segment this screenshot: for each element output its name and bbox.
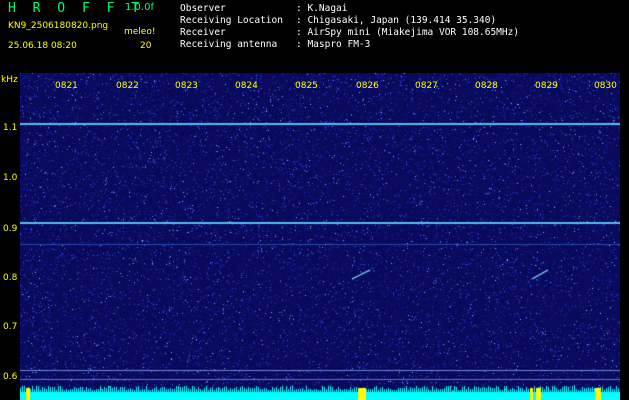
app-title: H R O F F T: [8, 1, 144, 16]
x-tick-0825: 0825: [295, 81, 318, 91]
spectrogram-canvas: [20, 73, 620, 400]
y-tick-1-1: 1.1: [3, 123, 18, 133]
meleo-count: 20: [140, 41, 152, 51]
app-version: 1.0.0f: [125, 2, 154, 13]
antenna-label: Receiving antenna: [180, 39, 278, 50]
x-tick-0829: 0829: [535, 81, 558, 91]
x-tick-0824: 0824: [235, 81, 258, 91]
observer-value: : K.Nagai: [296, 3, 348, 14]
x-tick-0828: 0828: [475, 81, 498, 91]
location-value: : Chigasaki, Japan (139.414 35.340): [296, 15, 497, 26]
y-tick-0-6: 0.6: [3, 372, 18, 382]
y-tick-0-8: 0.8: [3, 273, 18, 283]
file-name: KN9_2506180820.png: [8, 21, 109, 31]
x-tick-0830: 0830: [594, 81, 617, 91]
receiver-value: : AirSpy mini (Miakejima VOR 108.65MHz): [296, 27, 520, 38]
spectrogram: [20, 73, 620, 400]
x-tick-0827: 0827: [415, 81, 438, 91]
receiver-label: Receiver: [180, 27, 226, 38]
x-tick-0822: 0822: [116, 81, 139, 91]
antenna-value: : Maspro FM-3: [296, 39, 371, 50]
hroft-window: H R O F F T 1.0.0f KN9_2506180820.png me…: [0, 0, 629, 400]
x-tick-0821: 0821: [55, 81, 78, 91]
y-tick-0-9: 0.9: [3, 224, 18, 234]
y-tick-1-0: 1.0: [3, 173, 18, 183]
observer-label: Observer: [180, 3, 226, 14]
location-label: Receiving Location: [180, 15, 283, 26]
timestamp: 25.06.18 08:20: [8, 41, 77, 51]
meleo-label: meleo!: [124, 27, 156, 37]
y-axis-unit: kHz: [1, 75, 18, 85]
x-tick-0823: 0823: [175, 81, 198, 91]
y-tick-0-7: 0.7: [3, 322, 18, 332]
x-tick-0826: 0826: [356, 81, 379, 91]
